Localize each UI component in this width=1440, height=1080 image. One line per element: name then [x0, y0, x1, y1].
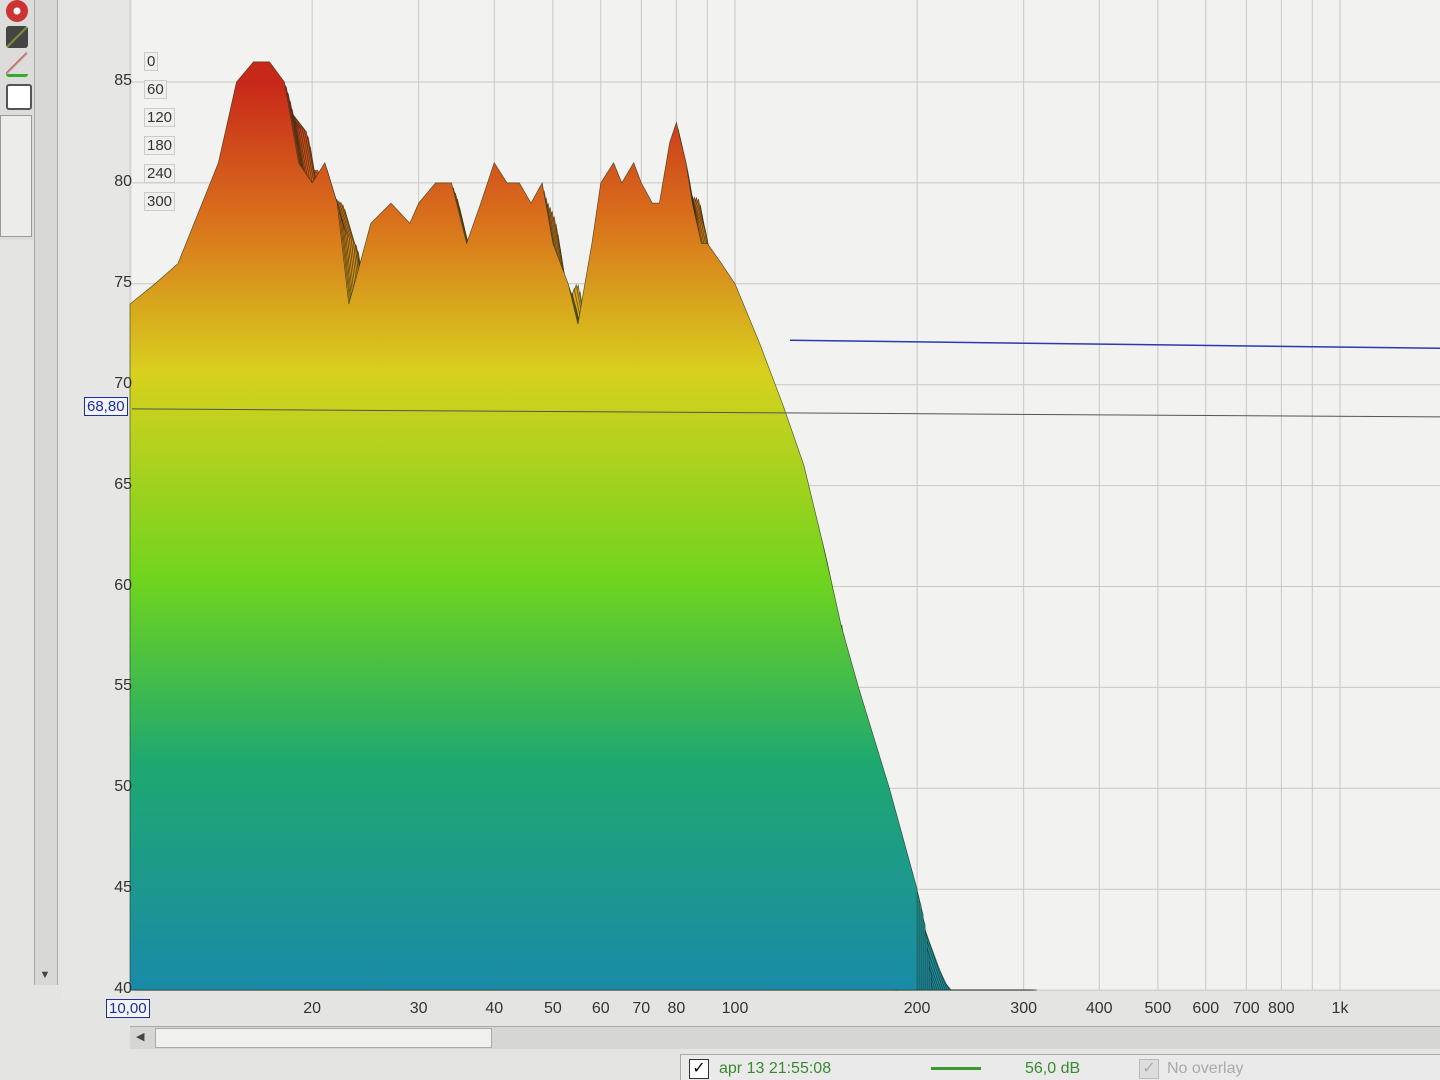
- x-tick-label: 40: [485, 1000, 504, 1017]
- time-tick-label: 180: [144, 136, 176, 155]
- x-tick-label: 300: [1010, 1000, 1038, 1017]
- time-tick-label: 0: [144, 52, 159, 71]
- x-tick-label: 80: [667, 1000, 686, 1017]
- x-cursor-readout: 10,00: [106, 999, 150, 1018]
- trace-color-swatch: [931, 1067, 981, 1070]
- x-tick-label: 100: [721, 1000, 749, 1017]
- x-tick-label: 200: [903, 1000, 931, 1017]
- waterfall-plot[interactable]: [0, 0, 1440, 1000]
- x-tick-label: 500: [1144, 1000, 1172, 1017]
- measurement-checkbox[interactable]: ✓: [689, 1059, 709, 1079]
- time-tick-label: 300: [144, 192, 176, 211]
- measurement-level: 56,0 dB: [1025, 1060, 1081, 1077]
- y-tick-label: 65: [114, 475, 132, 493]
- y-tick-label: 40: [114, 980, 132, 998]
- x-tick-label: 600: [1192, 1000, 1220, 1017]
- scroll-left-arrow-icon[interactable]: ◀: [136, 1030, 144, 1043]
- time-tick-label: 240: [144, 164, 176, 183]
- x-tick-label: 800: [1268, 1000, 1295, 1017]
- y-tick-label: 45: [114, 879, 132, 897]
- y-tick-label: 60: [114, 576, 132, 594]
- y-tick-label: 55: [114, 677, 132, 695]
- overlay-checkbox[interactable]: ✓: [1139, 1059, 1159, 1079]
- y-tick-label: 75: [114, 273, 132, 291]
- y-cursor-readout: 68,80: [84, 397, 128, 416]
- x-tick-label: 70: [632, 1000, 651, 1017]
- y-tick-label: 50: [114, 778, 132, 796]
- y-tick-label: 80: [114, 172, 132, 190]
- x-tick-label: 50: [543, 1000, 562, 1017]
- x-tick-label: 1k: [1331, 1000, 1349, 1017]
- measurement-name: apr 13 21:55:08: [719, 1060, 832, 1077]
- horizontal-scroll-thumb[interactable]: [155, 1028, 492, 1048]
- x-tick-label: 400: [1085, 1000, 1113, 1017]
- y-tick-label: 85: [114, 72, 132, 89]
- x-tick-label: 700: [1232, 1000, 1260, 1017]
- overlay-label: No overlay: [1167, 1060, 1244, 1077]
- y-tick-label: 70: [114, 374, 132, 392]
- rew-window: ▼ 85 80 75 70 65 60 55 50 45 40 0 60 120 180 240 300 2…: [0, 0, 1440, 1080]
- x-tick-label: 30: [409, 1000, 428, 1017]
- x-tick-label: 20: [303, 1000, 322, 1017]
- x-tick-label: 60: [591, 1000, 610, 1017]
- measurement-legend: ✓ apr 13 21:55:08 56,0 dB ✓ No overlay: [680, 1054, 1440, 1080]
- time-tick-label: 60: [144, 80, 167, 99]
- time-tick-label: 120: [144, 108, 176, 127]
